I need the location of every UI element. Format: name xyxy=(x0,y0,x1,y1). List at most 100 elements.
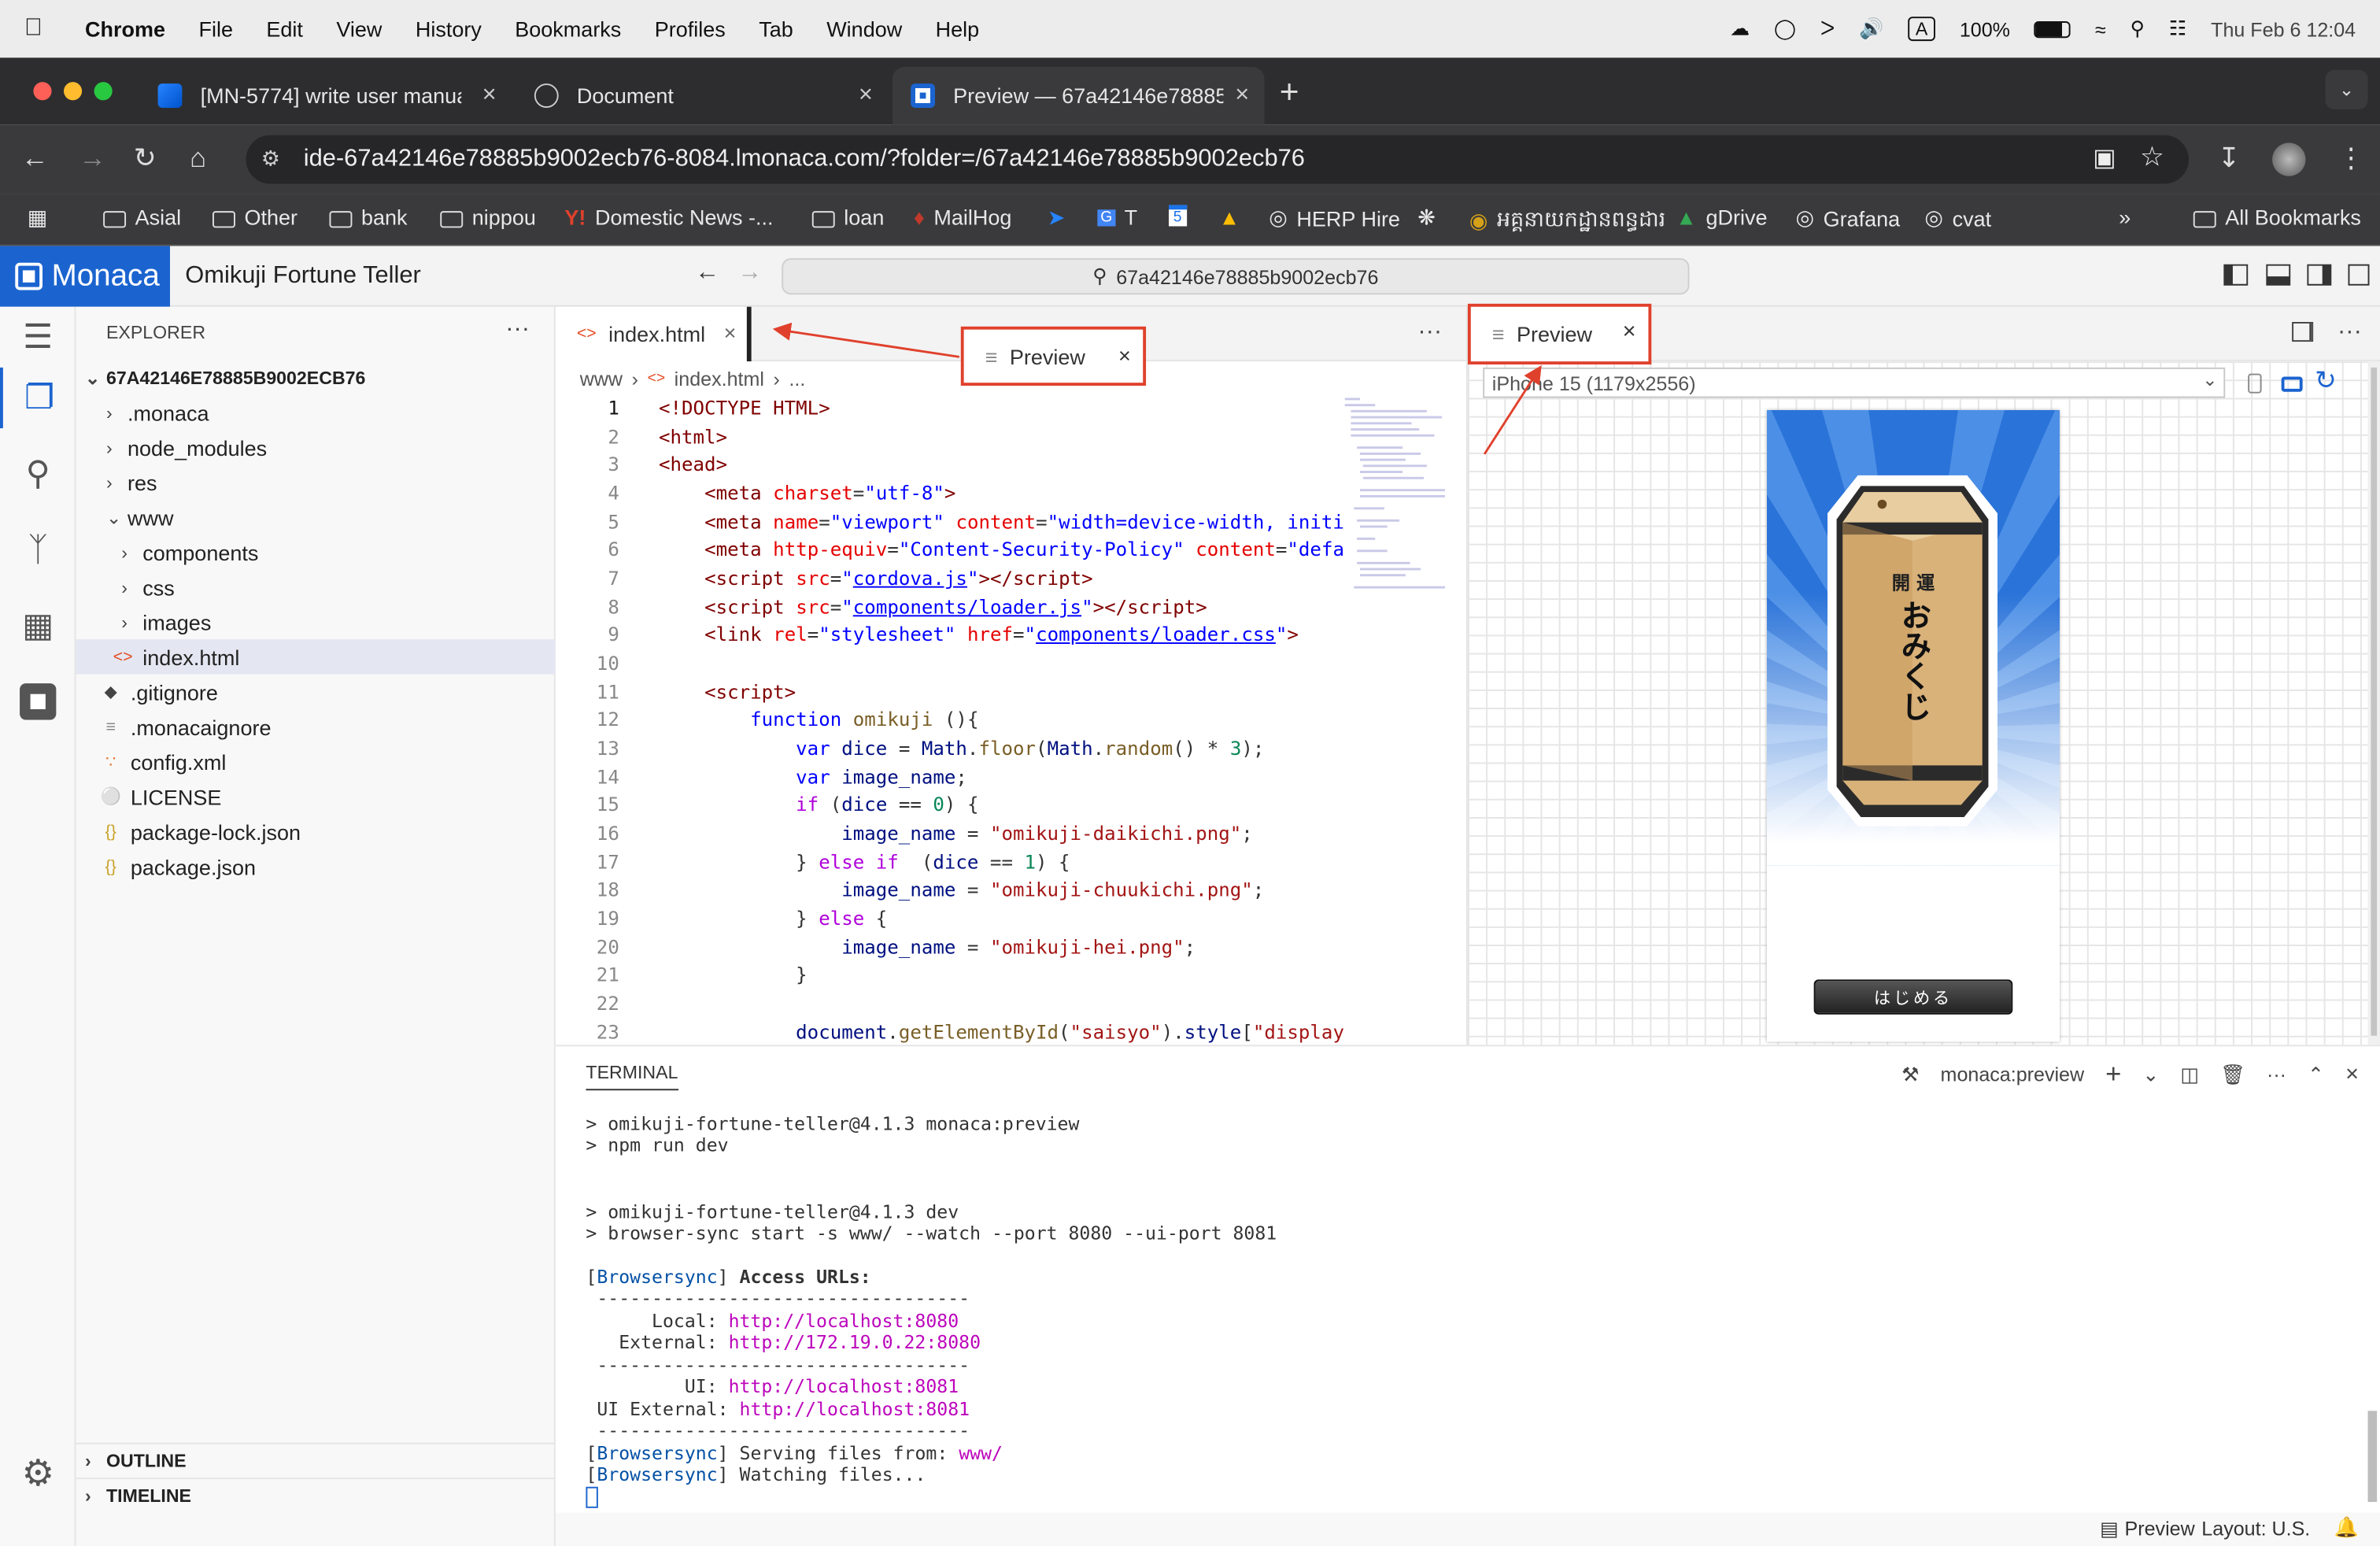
outline-section[interactable]: › OUTLINE xyxy=(76,1442,556,1478)
extensions-icon[interactable]: ▦ xyxy=(0,595,76,656)
tab-index-html[interactable]: <> index.html × xyxy=(555,306,750,362)
menu-edit[interactable]: Edit xyxy=(266,17,303,41)
bookmark-cvat[interactable]: ◎ cvat xyxy=(1924,205,1991,231)
ui-external-url-link[interactable]: http://localhost:8081 xyxy=(740,1399,970,1420)
browser-tab-document[interactable]: Document × xyxy=(516,67,888,124)
bookmark-star-icon[interactable]: ☆ xyxy=(2140,141,2164,173)
bookmark-drive[interactable]: ▲ xyxy=(1219,205,1240,229)
bookmarks-overflow[interactable]: » xyxy=(2119,205,2131,229)
browser-tab-preview[interactable]: Preview — 67a42146e78885b × xyxy=(892,66,1265,125)
window-zoom-button[interactable] xyxy=(94,82,113,101)
notifications-bell-icon[interactable]: 🔔 xyxy=(2334,1515,2359,1540)
apps-grid-icon[interactable]: ▦ xyxy=(28,205,48,231)
new-tab-icon[interactable]: + xyxy=(1280,73,1299,113)
chevron-down-icon[interactable]: ⌄ xyxy=(2142,1063,2159,1087)
maximize-panel-icon[interactable]: ⌃ xyxy=(2308,1063,2324,1087)
editor-more-icon[interactable]: ··· xyxy=(1417,319,1442,346)
bookmark-jira[interactable]: ➤ xyxy=(1048,205,1066,231)
bookmark-nippou[interactable]: nippou xyxy=(440,205,536,229)
bookmark-herp-hire[interactable]: ◎ HERP Hire xyxy=(1269,205,1400,231)
profile-avatar[interactable] xyxy=(2272,142,2306,176)
bookmark-calendar[interactable]: 5 xyxy=(1168,205,1187,227)
monaca-logo[interactable]: Monaca xyxy=(0,246,170,307)
cloud-icon[interactable]: ☁ xyxy=(1730,17,1750,41)
explorer-more-icon[interactable]: ··· xyxy=(505,316,530,343)
tree-root[interactable]: ⌄ 67A42146E78885B9002ECB76 xyxy=(76,360,555,394)
status-layout[interactable]: Layout: U.S. xyxy=(2201,1517,2310,1540)
preview-more-icon[interactable]: ··· xyxy=(2338,319,2362,346)
device-screen[interactable]: 開 運 おみくじ はじめる xyxy=(1766,409,2060,1042)
preview-scrollbar[interactable] xyxy=(2367,361,2380,1045)
status-preview[interactable]: ▤ Preview xyxy=(2100,1517,2195,1541)
window-close-button[interactable] xyxy=(33,82,52,101)
site-info-icon[interactable]: ⚙ xyxy=(261,146,280,172)
bookmark-loan[interactable]: loan xyxy=(811,205,884,229)
refresh-icon[interactable]: ↻ xyxy=(2315,366,2336,397)
home-icon[interactable]: ⌂ xyxy=(190,142,206,173)
install-app-icon[interactable]: ▣ xyxy=(2093,142,2116,173)
browser-tab-jira[interactable]: [MN-5774] write user manual × xyxy=(139,67,511,124)
code-editor[interactable]: 1 2 3 4 5 6 7 8 9 10 11 12 13 14 15 16 17 18 19 20 21 22 23 <!… xyxy=(555,394,1466,1045)
bookmark-bank[interactable]: bank xyxy=(329,205,408,229)
wifi-icon[interactable]: ≈ xyxy=(2095,17,2106,40)
headphones-icon[interactable]: ◯ xyxy=(1774,17,1796,41)
close-tab-icon[interactable]: × xyxy=(724,320,737,345)
menu-file[interactable]: File xyxy=(198,17,233,41)
tree-item-monacaignore[interactable]: ≡ .monacaignore xyxy=(76,709,555,744)
terminal-scrollbar[interactable] xyxy=(2367,1107,2378,1511)
kill-terminal-icon[interactable]: 🗑 xyxy=(2220,1063,2245,1087)
start-button[interactable]: はじめる xyxy=(1813,979,2013,1015)
bookmark-openai[interactable]: ❋ xyxy=(1417,205,1436,231)
settings-gear-icon[interactable]: ⚙ xyxy=(0,1443,76,1503)
back-icon[interactable]: ← xyxy=(21,142,49,173)
terminal-more-icon[interactable]: ··· xyxy=(2267,1063,2286,1086)
clock[interactable]: Thu Feb 6 12:04 xyxy=(2211,17,2356,40)
window-minimize-button[interactable] xyxy=(63,82,83,101)
close-tab-icon[interactable]: × xyxy=(482,82,497,109)
bookmark-mailhog[interactable]: ♦ MailHog xyxy=(914,205,1011,229)
menu-view[interactable]: View xyxy=(336,17,382,41)
tree-item-res[interactable]: › res xyxy=(76,464,555,499)
local-url-link[interactable]: http://localhost:8080 xyxy=(729,1311,959,1332)
tree-item-node-modules[interactable]: › node_modules xyxy=(76,430,555,464)
bookmark-grafana[interactable]: ◎ Grafana xyxy=(1795,205,1900,231)
portrait-icon[interactable] xyxy=(2248,373,2262,394)
battery-icon[interactable] xyxy=(2034,20,2071,38)
timeline-section[interactable]: › TIMELINE xyxy=(76,1478,556,1512)
bookmark-tax[interactable]: ◉ អគ្គនាយកដ្ឋានពន្ធដារ xyxy=(1469,205,1665,237)
tree-item-index-html[interactable]: <> index.html xyxy=(76,639,556,675)
volume-icon[interactable]: 🔊 xyxy=(1859,17,1883,41)
new-terminal-icon[interactable]: + xyxy=(2105,1059,2121,1091)
close-tab-icon[interactable]: × xyxy=(859,82,873,109)
landscape-icon[interactable] xyxy=(2281,376,2303,392)
tree-item-config-xml[interactable]: ∵ config.xml xyxy=(76,744,555,779)
menu-history[interactable]: History xyxy=(416,17,482,41)
close-tab-icon[interactable]: × xyxy=(1235,82,1249,109)
bluetooth-icon[interactable]: ᐳ xyxy=(1820,17,1835,41)
menu-app-name[interactable]: Chrome xyxy=(85,17,165,41)
all-bookmarks[interactable]: All Bookmarks xyxy=(2193,205,2361,229)
menu-window[interactable]: Window xyxy=(826,17,902,41)
menu-profiles[interactable]: Profiles xyxy=(655,17,726,41)
tab-search-icon[interactable]: ⌄ xyxy=(2325,69,2368,109)
menu-help[interactable]: Help xyxy=(936,17,980,41)
nav-forward-icon[interactable]: → xyxy=(737,260,762,287)
apple-icon[interactable]:  xyxy=(24,15,42,43)
breadcrumb-item[interactable]: index.html xyxy=(674,367,764,390)
explorer-icon[interactable]: ❐ xyxy=(0,367,76,429)
tree-item-www[interactable]: ⌄ www xyxy=(76,500,555,534)
nav-back-icon[interactable]: ← xyxy=(695,260,719,287)
customize-layout-icon[interactable] xyxy=(2348,264,2370,286)
tree-item-gitignore[interactable]: ◆ .gitignore xyxy=(76,675,555,709)
toggle-panel-icon[interactable] xyxy=(2266,264,2291,286)
control-center-icon[interactable]: ☷ xyxy=(2169,17,2186,41)
tree-item-package-lock[interactable]: {} package-lock.json xyxy=(76,814,555,849)
terminal-tab[interactable]: TERMINAL xyxy=(586,1062,678,1091)
ui-url-link[interactable]: http://localhost:8081 xyxy=(729,1376,959,1397)
input-source-icon[interactable]: A xyxy=(1908,17,1935,42)
forward-icon[interactable]: → xyxy=(79,142,106,173)
tree-item-license[interactable]: ⚪ LICENSE xyxy=(76,779,555,814)
external-url-link[interactable]: http://172.19.0.22:8080 xyxy=(729,1332,981,1353)
editor-minimap[interactable] xyxy=(1336,395,1451,608)
source-control-icon[interactable]: ᛉ xyxy=(0,520,76,580)
